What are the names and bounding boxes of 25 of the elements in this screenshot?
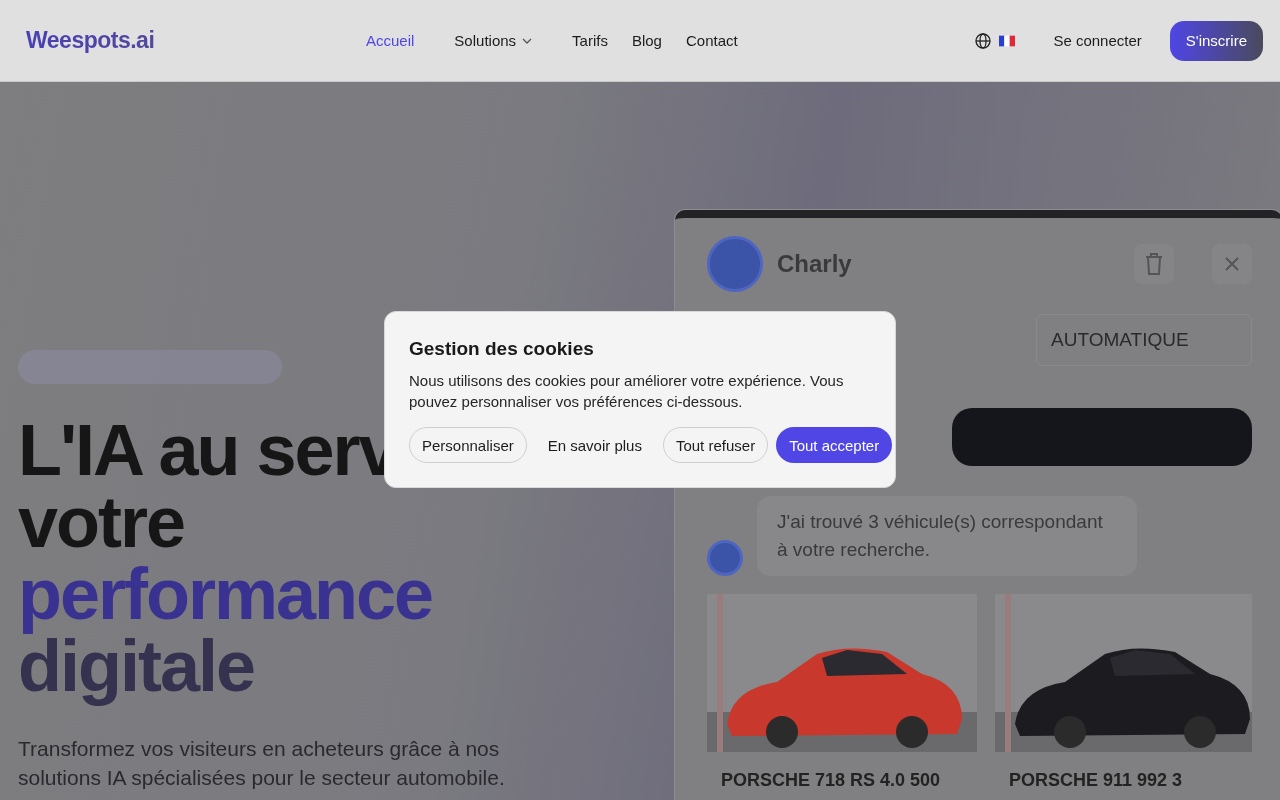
nav-link[interactable]: Tarifs	[572, 32, 608, 49]
bot-avatar	[707, 540, 743, 576]
filter-chip[interactable]: AUTOMATIQUE	[1036, 314, 1252, 366]
cookie-button[interactable]: En savoir plus	[534, 427, 655, 463]
chevron-down-icon	[522, 37, 533, 44]
trash-icon	[1144, 252, 1164, 276]
car-title: PORSCHE 911 992 3	[1009, 770, 1184, 791]
nav-link[interactable]: Accueil	[366, 32, 415, 49]
hero-heading: votre	[18, 486, 185, 558]
bot-name: Charly	[777, 250, 853, 278]
nav-link[interactable]: Blog	[631, 32, 662, 49]
nav-link[interactable]: Solutions	[454, 32, 533, 49]
bot-avatar	[707, 236, 763, 292]
bot-message: J'ai trouvé 3 véhicule(s) correspondant à votre recherche.	[757, 496, 1137, 576]
dialog-title: Gestion des cookies	[409, 338, 595, 360]
cookie-button[interactable]: Tout accepter	[776, 427, 893, 463]
nav-link[interactable]: Contact	[685, 32, 738, 49]
close-icon	[1225, 257, 1239, 271]
globe-icon[interactable]	[975, 32, 992, 49]
dialog-text: Nous utilisons des cookies pour améliorer votre expérience. Vous pouvez personnaliser vos préférences ci-dessous.	[409, 371, 845, 412]
hero-subtitle: Transformez vos visiteurs en acheteurs grâce à nos solutions IA spécialisées pour le secteur automobile.	[18, 736, 506, 791]
signup-button[interactable]: S'inscrire	[1169, 20, 1263, 61]
car-title: PORSCHE 718 RS 4.0 500	[721, 770, 942, 791]
login-link[interactable]: Se connecter	[1053, 32, 1142, 49]
flag-icon[interactable]	[999, 34, 1016, 47]
